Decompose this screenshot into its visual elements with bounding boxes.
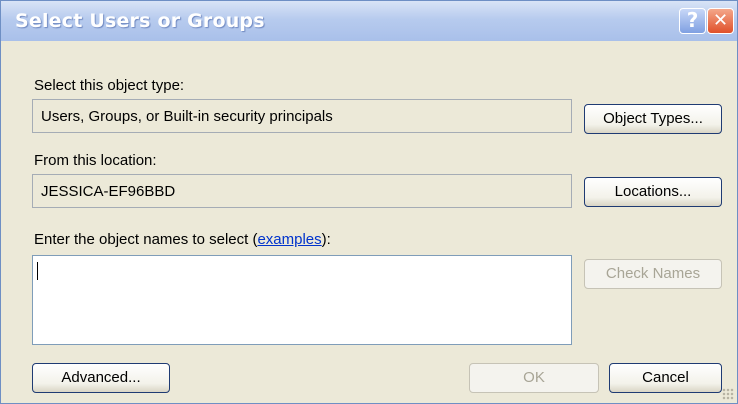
object-type-field: Users, Groups, or Built-in security prin… [32,99,572,133]
location-field: JESSICA-EF96BBD [32,174,572,208]
advanced-button[interactable]: Advanced... [32,363,170,393]
close-button[interactable]: ✕ [707,8,734,34]
select-users-dialog: Select Users or Groups ? ✕ Select this o… [0,0,738,404]
check-names-button[interactable]: Check Names [584,259,722,289]
object-type-value: Users, Groups, or Built-in security prin… [41,108,333,125]
help-icon: ? [686,8,699,32]
window-title: Select Users or Groups [15,10,265,32]
object-types-button-label: Object Types... [603,110,703,127]
close-icon: ✕ [712,10,729,31]
resize-grip[interactable] [722,388,734,400]
cancel-button-label: Cancel [642,369,689,386]
help-button[interactable]: ? [679,8,706,34]
text-caret [37,262,38,280]
location-label: From this location: [34,152,157,169]
locations-button[interactable]: Locations... [584,177,722,207]
title-bar[interactable]: Select Users or Groups ? ✕ [1,1,737,41]
locations-button-label: Locations... [614,183,692,200]
cancel-button[interactable]: Cancel [609,363,722,393]
examples-link[interactable]: examples [257,231,321,248]
object-type-label: Select this object type: [34,77,185,94]
object-types-button[interactable]: Object Types... [584,104,722,134]
check-names-button-label: Check Names [605,265,701,282]
object-names-input[interactable] [32,255,572,345]
advanced-button-label: Advanced... [61,369,141,386]
object-names-label-prefix: Enter the object names to select ( [34,231,258,248]
object-names-label: Enter the object names to select (exampl… [34,231,331,248]
object-names-label-suffix: ): [321,231,331,248]
ok-button-label: OK [523,369,545,386]
location-value: JESSICA-EF96BBD [41,183,176,200]
ok-button[interactable]: OK [469,363,599,393]
